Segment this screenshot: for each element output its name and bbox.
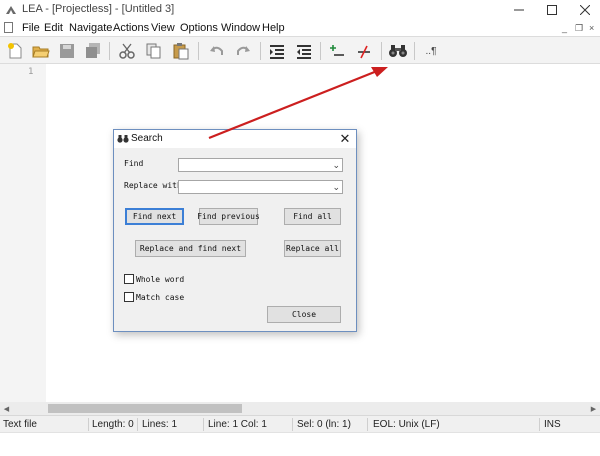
- whole-word-checkbox[interactable]: [124, 274, 134, 284]
- new-file-button[interactable]: [3, 39, 27, 63]
- toolbar-separator: [320, 42, 321, 60]
- paste-button[interactable]: [169, 39, 193, 63]
- status-divider: [367, 418, 368, 431]
- document-icon: [4, 22, 13, 33]
- redo-icon: [237, 46, 250, 55]
- dialog-title: Search: [131, 133, 163, 144]
- status-bar: Text file Length: 0 Lines: 1 Line: 1 Col…: [0, 415, 600, 432]
- indent-button[interactable]: [265, 39, 289, 63]
- status-divider: [203, 418, 204, 431]
- redo-button[interactable]: [231, 39, 255, 63]
- maximize-icon: [547, 5, 557, 15]
- paste-icon: [173, 43, 189, 60]
- save-button[interactable]: [55, 39, 79, 63]
- undo-icon: [210, 46, 223, 55]
- scrollbar-thumb[interactable]: [48, 404, 242, 413]
- status-position: Line: 1 Col: 1: [208, 419, 267, 430]
- toolbar-separator: [381, 42, 382, 60]
- menu-window[interactable]: Window: [221, 22, 260, 34]
- uncomment-button[interactable]: [352, 39, 376, 63]
- lea-editor-window: LEA - [Projectless] - [Untitled 3] File …: [0, 0, 600, 456]
- minimize-icon: [514, 9, 524, 11]
- menu-actions[interactable]: Actions: [113, 22, 149, 34]
- replace-and-find-next-button[interactable]: Replace and find next: [135, 240, 246, 257]
- status-length: Length: 0: [92, 419, 134, 430]
- unindent-button[interactable]: [292, 39, 316, 63]
- close-icon: [580, 5, 590, 15]
- menu-navigate[interactable]: Navigate: [69, 22, 112, 34]
- horizontal-scrollbar[interactable]: ◀ ▶: [0, 402, 600, 415]
- chevron-down-icon[interactable]: ⌄: [332, 181, 340, 194]
- dialog-close-button[interactable]: ✕: [336, 131, 354, 147]
- menu-edit[interactable]: Edit: [44, 22, 63, 34]
- replace-input[interactable]: ⌄: [178, 180, 343, 194]
- window-bottom-strip: [0, 432, 600, 456]
- save-icon: [60, 44, 74, 58]
- binoculars-icon: [389, 45, 407, 57]
- menu-file[interactable]: File: [22, 22, 40, 34]
- status-insert-mode: INS: [544, 419, 561, 430]
- replace-label: Replace with: [124, 181, 182, 190]
- status-divider: [88, 418, 89, 431]
- title-bar: LEA - [Projectless] - [Untitled 3]: [0, 0, 600, 20]
- copy-button[interactable]: [142, 39, 166, 63]
- find-previous-button[interactable]: Find previous: [197, 208, 260, 225]
- open-folder-button[interactable]: [29, 39, 53, 63]
- window-title: LEA - [Projectless] - [Untitled 3]: [22, 3, 175, 15]
- menu-bar: File Edit Navigate Actions View Options …: [0, 20, 600, 36]
- status-eol: EOL: Unix (LF): [373, 419, 440, 430]
- comment-icon: [330, 45, 344, 56]
- close-button[interactable]: Close: [267, 306, 341, 323]
- find-all-button[interactable]: Find all: [284, 208, 341, 225]
- open-folder-icon: [32, 46, 50, 58]
- match-case-checkbox[interactable]: [124, 292, 134, 302]
- toolbar-separator: [198, 42, 199, 60]
- status-lines: Lines: 1: [142, 419, 178, 430]
- find-next-button[interactable]: Find next: [125, 208, 184, 225]
- line-number: 1: [28, 67, 34, 77]
- comment-button[interactable]: [325, 39, 349, 63]
- status-divider: [292, 418, 293, 431]
- scroll-right-button[interactable]: ▶: [587, 402, 600, 415]
- indent-icon: [270, 45, 284, 59]
- toolbar-separator: [260, 42, 261, 60]
- toolbar: ..¶: [0, 36, 600, 64]
- status-divider: [539, 418, 540, 431]
- search-dialog: Search ✕ Find ⌄ Replace with ⌄ Find next…: [113, 129, 357, 332]
- undo-button[interactable]: [205, 39, 229, 63]
- show-whitespace-button[interactable]: ..¶: [419, 39, 443, 63]
- scroll-left-button[interactable]: ◀: [0, 402, 13, 415]
- menu-view[interactable]: View: [151, 22, 175, 34]
- find-input[interactable]: ⌄: [178, 158, 343, 172]
- uncomment-icon: [358, 45, 370, 59]
- status-selection: Sel: 0 (ln: 1): [297, 419, 351, 430]
- status-file-type: Text file: [3, 419, 37, 430]
- status-divider: [137, 418, 138, 431]
- find-label: Find: [124, 159, 144, 168]
- cut-button[interactable]: [115, 39, 139, 63]
- new-file-icon: [8, 43, 22, 59]
- menu-help[interactable]: Help: [262, 22, 285, 34]
- chevron-down-icon[interactable]: ⌄: [332, 159, 340, 172]
- app-icon: [6, 6, 16, 14]
- cut-icon: [119, 43, 135, 59]
- line-number-gutter: 1: [0, 64, 46, 402]
- save-all-icon: [86, 43, 100, 58]
- binoculars-icon: [117, 135, 129, 143]
- unindent-icon: [297, 45, 311, 59]
- mdi-minimize-button[interactable]: _: [562, 23, 567, 33]
- toolbar-separator: [414, 42, 415, 60]
- copy-icon: [146, 43, 161, 59]
- mdi-close-button[interactable]: ×: [589, 23, 594, 33]
- save-all-button[interactable]: [81, 39, 105, 63]
- mdi-restore-button[interactable]: ❐: [575, 23, 583, 34]
- dialog-title-bar: Search ✕: [114, 130, 356, 148]
- match-case-label: Match case: [136, 293, 185, 302]
- find-button[interactable]: [386, 39, 410, 63]
- replace-all-button[interactable]: Replace all: [284, 240, 341, 257]
- whole-word-label: Whole word: [136, 275, 185, 284]
- close-window-button[interactable]: [563, 0, 600, 20]
- menu-options[interactable]: Options: [180, 22, 218, 34]
- toolbar-separator: [109, 42, 110, 60]
